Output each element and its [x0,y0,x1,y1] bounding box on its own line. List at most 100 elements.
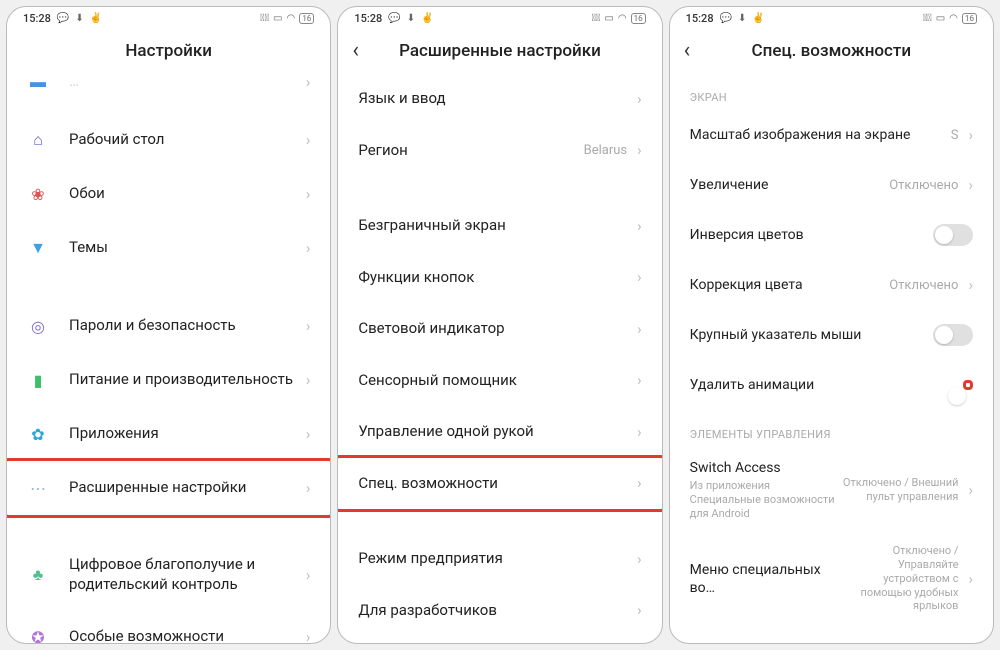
row-value: S [951,128,959,143]
row-display-scale[interactable]: Масштаб изображения на экране S › [670,110,993,160]
wellbeing-icon: ♣ [27,564,49,586]
row-battery[interactable]: ▮ Питание и производительность › [7,353,330,407]
row-value: Отключено [889,178,958,193]
download-icon: ⬇ [75,13,83,24]
row-quickball[interactable]: Сенсорный помощник › [338,355,661,407]
row-label: Для разработчиков [358,601,637,621]
back-button[interactable]: ‹ [684,40,691,62]
row-label: Темы [69,238,306,258]
section-controls: ЭЛЕМЕНТЫ УПРАВЛЕНИЯ [670,410,993,447]
row-buttons[interactable]: Функции кнопок › [338,252,661,304]
row-led[interactable]: Световой индикатор › [338,303,661,355]
toggle-color-inversion[interactable] [933,224,973,246]
row-switch-access[interactable]: Switch Access Из приложения Специальные … [670,447,993,532]
wifi-icon: ◠ [949,13,958,24]
chevron-right-icon: › [637,141,642,159]
chat-icon: 💬 [720,13,732,24]
row-label: Режим предприятия [358,549,637,569]
row-magnification[interactable]: Увеличение Отключено › [670,160,993,210]
row-label: Инверсия цветов [690,226,933,244]
row-color-inversion[interactable]: Инверсия цветов [670,210,993,260]
clock: 15:28 [354,12,382,25]
chevron-right-icon: › [968,176,973,194]
row-remove-animations[interactable]: Удалить анимации [670,360,993,410]
row-language[interactable]: Язык и ввод › [338,73,661,125]
advanced-list: Язык и ввод › Регион Belarus › Безгранич… [338,73,661,643]
sim-icon: ▭ [604,13,613,24]
row-large-pointer[interactable]: Крупный указатель мыши [670,310,993,360]
row-label: Обои [69,184,306,204]
chevron-right-icon: › [968,481,973,499]
row-label: Меню специальных во… [690,561,839,597]
row-accessibility[interactable]: Спец. возможности › [338,455,661,513]
chevron-right-icon: › [637,268,642,286]
notifications-icon: ▬ [27,73,49,93]
row-label: Увеличение [690,176,890,194]
row-label: Расширенные настройки [69,478,306,498]
chevron-right-icon: › [306,185,311,203]
row-wallpaper[interactable]: ❀ Обои › [7,167,330,221]
row-label: Язык и ввод [358,89,637,109]
row-security[interactable]: ◎ Пароли и безопасность › [7,299,330,353]
chevron-right-icon: › [306,239,311,257]
row-wellbeing[interactable]: ♣ Цифровое благополучие и родительский к… [7,539,330,610]
home-icon: ⌂ [27,129,49,151]
row-advanced-settings[interactable]: ⋯ Расширенные настройки › [7,458,330,518]
settings-list: ▬ … › ⌂ Рабочий стол › ❀ Обои › ▼ Темы ›… [7,73,330,643]
chevron-right-icon: › [306,566,311,584]
row-value: Отключено / Управляйте устройством с пом… [838,544,958,613]
row-apps[interactable]: ✿ Приложения › [7,407,330,461]
wifi-icon: ◠ [618,13,627,24]
chevron-right-icon: › [968,276,973,294]
row-label: Световой индикатор [358,319,637,339]
chevron-right-icon: › [637,423,642,441]
row-enterprise[interactable]: Режим предприятия › [338,533,661,585]
row-sublabel: Из приложения Специальные возможности дл… [690,479,839,520]
chevron-right-icon: › [637,474,642,492]
highlight-box [963,380,973,390]
row-label: Крупный указатель мыши [690,326,933,344]
chat-icon: 💬 [57,13,69,24]
chevron-right-icon: › [306,479,311,497]
sim-icon: ▭ [273,13,282,24]
more-icon: ⋯ [27,477,49,499]
row-developer[interactable]: Для разработчиков › [338,585,661,637]
battery-icon: 16 [962,13,977,24]
battery-icon: 16 [299,13,314,24]
row-label: Пароли и безопасность [69,316,306,336]
row-label: Особые возможности [69,627,306,643]
dnd-icon: ✕⃝ [260,13,269,24]
row-label: … [69,73,306,92]
dnd-icon: ✕⃝ [592,13,601,24]
apps-icon: ✿ [27,423,49,445]
chevron-right-icon: › [637,550,642,568]
row-label: Спец. возможности [358,474,637,494]
row-color-correction[interactable]: Коррекция цвета Отключено › [670,260,993,310]
row-label: Рабочий стол [69,130,306,150]
page-title: Спец. возможности [752,41,912,61]
chevron-right-icon: › [968,126,973,144]
row-onehand[interactable]: Управление одной рукой › [338,406,661,458]
back-button[interactable]: ‹ [352,40,359,62]
row-accessibility[interactable]: ✪ Особые возможности › [7,610,330,643]
battery-row-icon: ▮ [27,369,49,391]
download-icon: ⬇ [738,13,746,24]
row-fullscreen[interactable]: Безграничный экран › [338,200,661,252]
chevron-right-icon: › [306,628,311,643]
row-label: Цифровое благополучие и родительский кон… [69,555,306,594]
phone-accessibility: 15:28 💬 ⬇ ✌ ✕⃝ ▭ ◠ 16 ‹ Спец. возможност… [669,6,994,644]
status-bar: 15:28 💬 ⬇ ✌ ✕⃝ ▭ ◠ 16 [670,7,993,29]
row-desktop[interactable]: ⌂ Рабочий стол › [7,113,330,167]
fingerprint-icon: ◎ [27,315,49,337]
sim-icon: ▭ [936,13,945,24]
row-region[interactable]: Регион Belarus › [338,125,661,177]
page-title: Настройки [125,41,212,61]
row-themes[interactable]: ▼ Темы › [7,221,330,275]
row-notifications[interactable]: ▬ … › [7,73,330,113]
misc-icon: ✌ [90,13,102,24]
row-label: Функции кнопок [358,268,637,288]
row-accessibility-menu[interactable]: Меню специальных во… Отключено / Управля… [670,532,993,625]
toggle-large-pointer[interactable] [933,324,973,346]
chevron-right-icon: › [306,317,311,335]
misc-icon: ✌ [752,13,764,24]
